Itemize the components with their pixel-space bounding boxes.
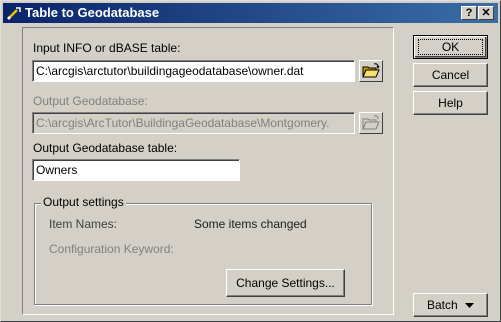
arcmap-tool-icon <box>7 7 21 20</box>
change-settings-label: Change Settings... <box>236 276 335 290</box>
output-settings-legend: Output settings <box>41 195 126 209</box>
item-names-value: Some items changed <box>194 217 307 231</box>
output-geodatabase-value: C:\arcgis\ArcTutor\BuildingaGeodatabase\… <box>36 116 330 130</box>
input-table-field[interactable]: C:\arcgis\arctutor\buildingageodatabase\… <box>32 60 355 82</box>
close-caption-button[interactable]: ✕ <box>478 6 494 20</box>
question-icon: ? <box>465 7 473 19</box>
browse-input-button[interactable] <box>359 60 383 82</box>
dialog-window: Table to Geodatabase ? ✕ Input INFO or d… <box>0 0 501 322</box>
input-table-label: Input INFO or dBASE table: <box>33 41 181 55</box>
ok-button[interactable]: OK <box>413 35 488 59</box>
item-names-label: Item Names: <box>49 217 118 231</box>
open-folder-icon <box>362 115 380 130</box>
triangle-down-icon <box>465 302 475 308</box>
help-label: Help <box>438 96 463 110</box>
cancel-button[interactable]: Cancel <box>413 63 488 87</box>
title-bar[interactable]: Table to Geodatabase ? ✕ <box>3 3 498 23</box>
focus-rectangle <box>418 39 483 55</box>
batch-label: Batch <box>426 298 458 312</box>
window-title: Table to Geodatabase <box>25 5 160 20</box>
browse-output-gdb-button <box>359 112 383 134</box>
cancel-label: Cancel <box>431 68 470 82</box>
input-table-value: C:\arcgis\arctutor\buildingageodatabase\… <box>36 64 304 78</box>
help-button[interactable]: Help <box>413 91 488 115</box>
output-table-value: Owners <box>36 163 78 177</box>
help-caption-button[interactable]: ? <box>461 6 477 20</box>
output-table-field[interactable]: Owners <box>32 159 240 181</box>
configuration-keyword-label: Configuration Keyword: <box>49 242 174 256</box>
close-icon: ✕ <box>481 7 491 19</box>
open-folder-icon <box>362 63 380 78</box>
output-table-label: Output Geodatabase table: <box>33 141 178 155</box>
output-geodatabase-field: C:\arcgis\ArcTutor\BuildingaGeodatabase\… <box>32 112 355 134</box>
batch-button[interactable]: Batch <box>413 293 488 317</box>
change-settings-button[interactable]: Change Settings... <box>226 269 345 297</box>
output-geodatabase-label: Output Geodatabase: <box>33 94 148 108</box>
